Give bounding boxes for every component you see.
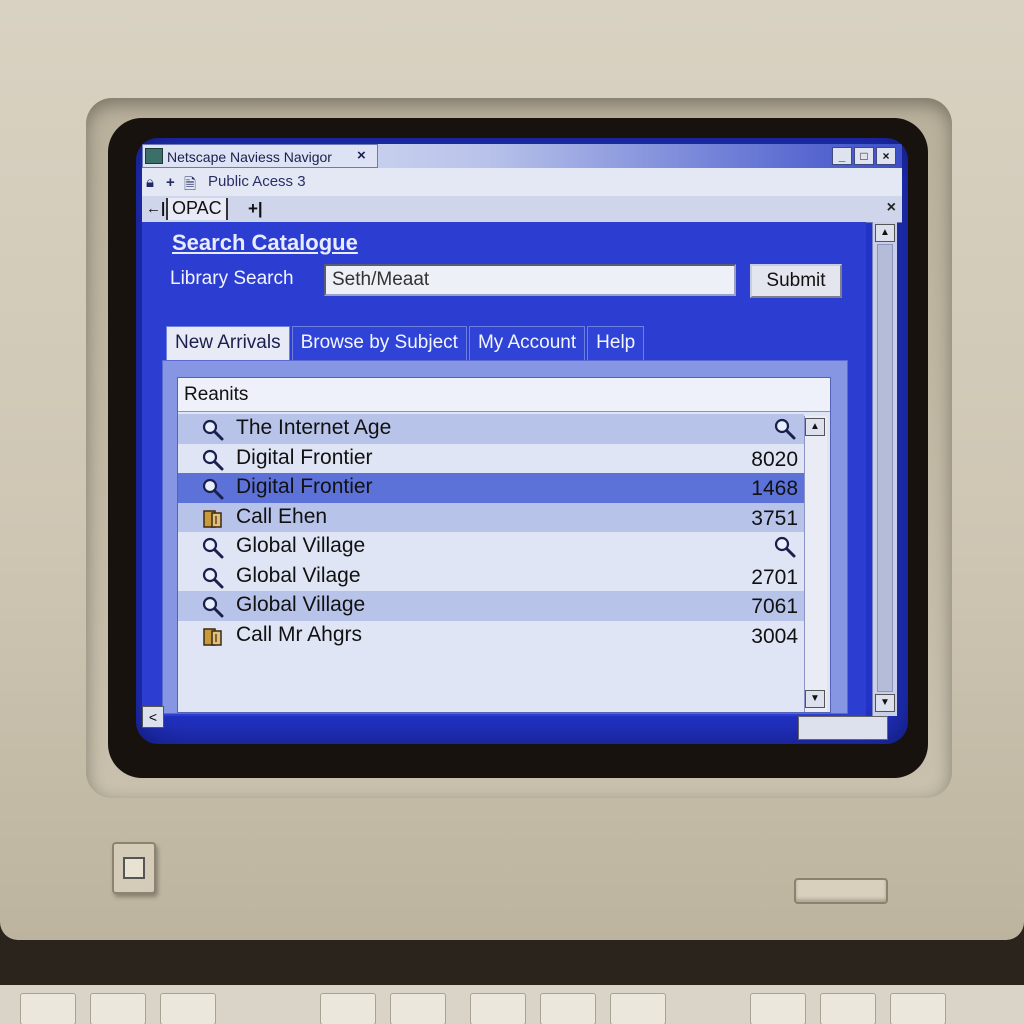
magnifier-icon	[202, 537, 224, 559]
keyboard-key	[390, 993, 446, 1024]
tab-new-arrivals[interactable]: New Arrivals	[166, 326, 290, 360]
crt-screen: Netscape Naviess Navigor × _ □ × 🔒︎ + 🗎︎…	[136, 138, 908, 744]
keyboard-key	[160, 993, 216, 1024]
result-row[interactable]: Global Vilage 2701	[178, 561, 804, 591]
window-title-tab[interactable]: Netscape Naviess Navigor ×	[142, 144, 378, 168]
result-title[interactable]: The Internet Age	[236, 416, 391, 440]
result-number: 2701	[751, 565, 798, 589]
close-button[interactable]: ×	[876, 147, 896, 165]
maximize-button[interactable]: □	[854, 147, 874, 165]
result-title[interactable]: Call Mr Ahgrs	[236, 623, 362, 647]
keyboard-key	[610, 993, 666, 1024]
magnifier-icon	[202, 478, 224, 500]
window-title: Netscape Naviess Navigor	[167, 149, 332, 165]
result-title[interactable]: Digital Frontier	[236, 475, 373, 499]
power-button	[112, 842, 156, 894]
keyboard	[0, 985, 1024, 1024]
page-scroll-down-button[interactable]: ▼	[875, 694, 895, 712]
scroll-left-button[interactable]: <	[142, 706, 164, 728]
book-icon	[202, 626, 224, 646]
magnifier-icon	[202, 567, 224, 588]
keyboard-key	[20, 993, 76, 1024]
submit-button[interactable]: Submit	[750, 264, 842, 298]
page-title[interactable]: Search Catalogue	[172, 230, 358, 256]
address-text[interactable]: Public Acess 3	[208, 173, 306, 190]
page-scrollbar[interactable]: ▲ ▼	[872, 222, 897, 716]
browser-tabbar: ←| OPAC +| ×	[142, 196, 902, 223]
book-icon	[202, 508, 224, 528]
result-title[interactable]: Global Village	[236, 593, 365, 617]
tab-help[interactable]: Help	[587, 326, 645, 360]
magnifier-icon	[202, 596, 224, 618]
keyboard-key	[540, 993, 596, 1024]
result-row[interactable]: Call Ehen 3751	[178, 502, 804, 532]
magnifier-icon	[202, 419, 224, 441]
tab-opac[interactable]: OPAC	[166, 198, 228, 220]
app-icon	[145, 148, 163, 164]
scroll-down-button[interactable]: ▼	[805, 690, 825, 708]
result-number: 3751	[751, 506, 798, 530]
content-tabs: New Arrivals Browse by Subject My Accoun…	[166, 326, 646, 360]
result-row[interactable]: Digital Frontier 1468	[178, 473, 804, 503]
window-titlebar: Netscape Naviess Navigor × _ □ ×	[142, 144, 902, 168]
result-title[interactable]: Call Ehen	[236, 505, 327, 529]
keyboard-key	[820, 993, 876, 1024]
minimize-button[interactable]: _	[832, 147, 852, 165]
tab-my-account[interactable]: My Account	[468, 326, 586, 360]
keyboard-key	[320, 993, 376, 1024]
result-number: 3004	[751, 624, 798, 648]
results-list: Reanits The Internet Age Digital Frontier…	[177, 377, 831, 713]
magnifier-icon	[202, 449, 224, 470]
tab-browse-by-subject[interactable]: Browse by Subject	[291, 326, 467, 360]
result-title[interactable]: Global Village	[236, 534, 365, 558]
page-content: Search Catalogue Library Search Submit N…	[142, 222, 866, 716]
window-controls: _ □ ×	[830, 147, 896, 165]
result-title[interactable]: Digital Frontier	[236, 446, 373, 470]
back-button[interactable]: ←|	[146, 200, 165, 217]
result-number: 8020	[751, 447, 798, 471]
forward-button[interactable]: +|	[248, 199, 263, 219]
result-row[interactable]: Global Village	[178, 532, 804, 562]
keyboard-key	[90, 993, 146, 1024]
keyboard-key	[890, 993, 946, 1024]
scroll-corner	[798, 716, 888, 740]
title-tab-close-icon[interactable]: ×	[357, 147, 366, 164]
lock-icon: 🔒︎	[146, 174, 154, 191]
results-panel: Reanits The Internet Age Digital Frontier…	[162, 360, 848, 714]
keyboard-key	[470, 993, 526, 1024]
results-header: Reanits	[178, 378, 830, 412]
scroll-up-button[interactable]: ▲	[805, 418, 825, 436]
list-scrollbar[interactable]: ▲ ▼	[804, 416, 827, 712]
result-row[interactable]: Call Mr Ahgrs 3004	[178, 620, 804, 650]
result-row[interactable]: Digital Frontier 8020	[178, 443, 804, 473]
photo-scene: Netscape Naviess Navigor × _ □ × 🔒︎ + 🗎︎…	[0, 0, 1024, 1024]
search-input[interactable]	[324, 264, 736, 296]
magnifier-icon[interactable]	[774, 536, 796, 558]
keyboard-key	[750, 993, 806, 1024]
plus-icon[interactable]: +	[166, 174, 175, 191]
result-row[interactable]: Global Village 7061	[178, 591, 804, 621]
page-scroll-up-button[interactable]: ▲	[875, 224, 895, 242]
result-number: 7061	[751, 595, 798, 618]
magnifier-icon[interactable]	[774, 418, 796, 440]
disk-slot	[794, 878, 888, 904]
result-title[interactable]: Global Vilage	[236, 564, 361, 588]
address-bar: 🔒︎ + 🗎︎ Public Acess 3	[142, 168, 902, 197]
tabbar-close-icon[interactable]: ×	[887, 199, 896, 217]
results-rows: The Internet Age Digital Frontier 8020 Digi…	[178, 414, 804, 650]
result-row[interactable]: The Internet Age	[178, 414, 804, 444]
page-scroll-track[interactable]	[877, 244, 893, 692]
search-label: Library Search	[170, 268, 294, 289]
result-number: 1468	[751, 477, 798, 500]
